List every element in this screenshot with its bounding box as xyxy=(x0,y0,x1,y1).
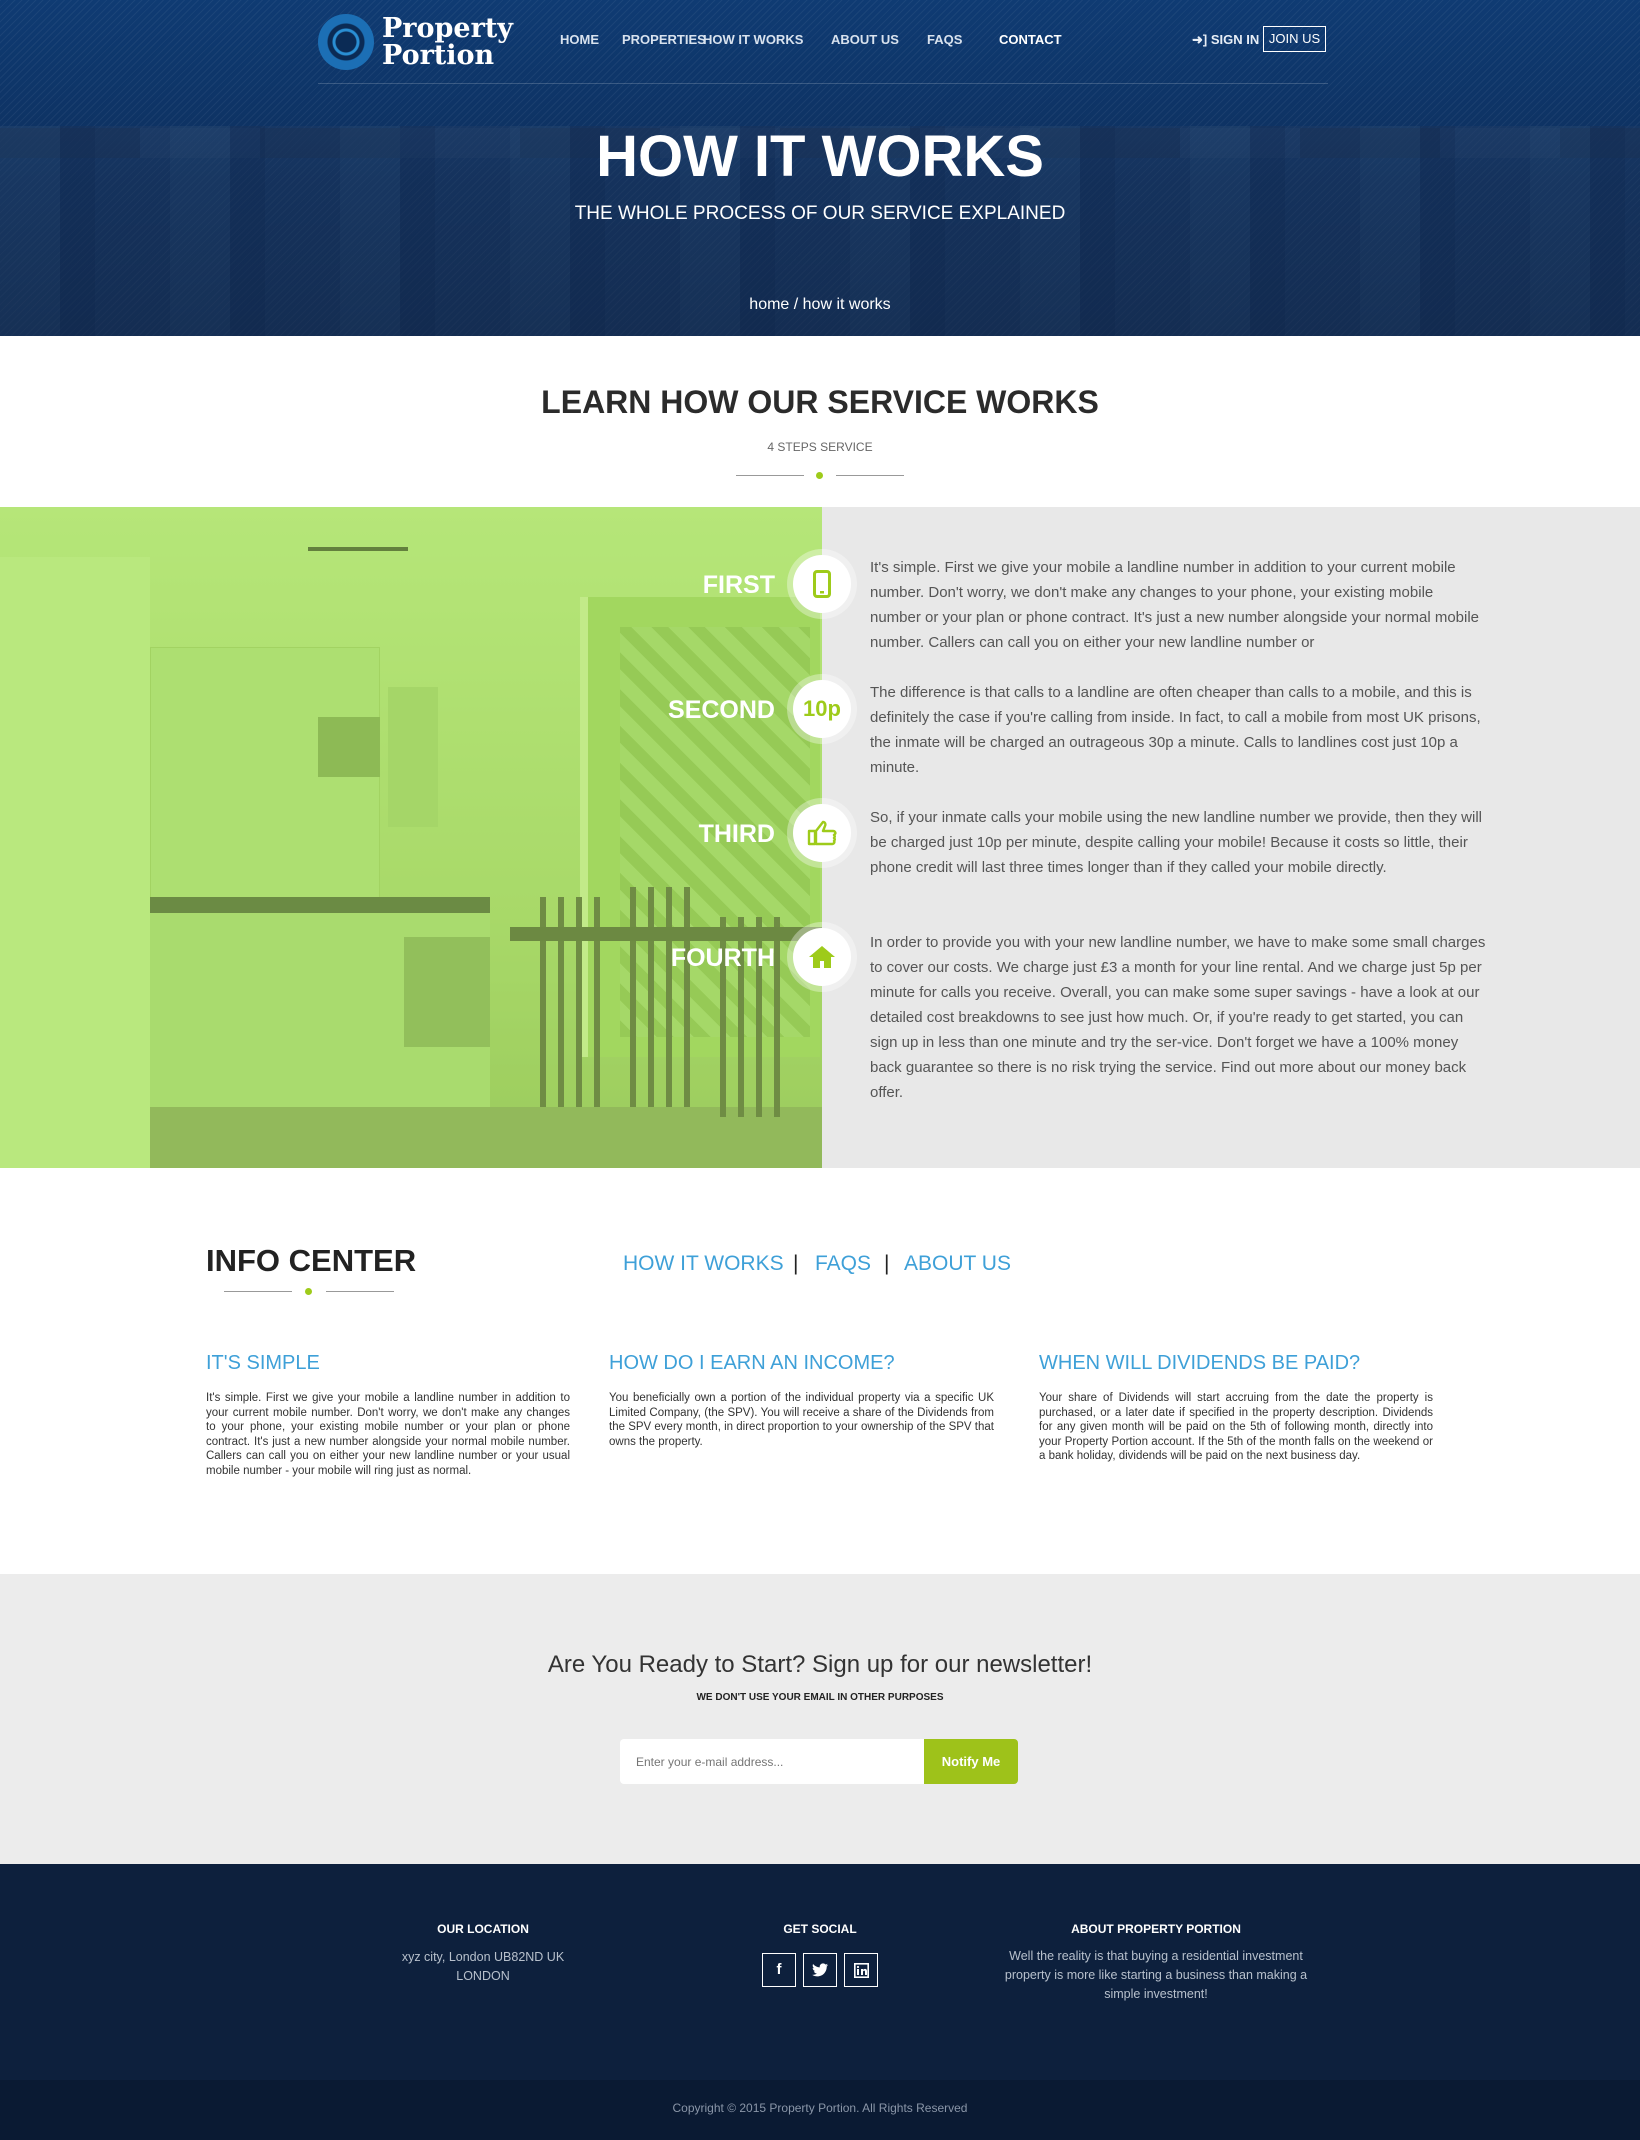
info-column-heading: WHEN WILL DIVIDENDS BE PAID? xyxy=(1039,1352,1361,1374)
step-label-third: THIRD xyxy=(698,820,775,848)
info-column-heading: IT'S SIMPLE xyxy=(206,1352,320,1374)
tab-separator: | xyxy=(884,1252,890,1275)
footer-about-text: Well the reality is that buying a reside… xyxy=(1004,1949,1308,2001)
step-label-fourth: FOURTH xyxy=(670,944,775,972)
copyright-text: Copyright © 2015 Property Portion. All R… xyxy=(672,2101,968,2115)
newsletter-title: Are You Ready to Start? Sign up for our … xyxy=(547,1651,1093,1678)
footer-social-heading: GET SOCIAL xyxy=(783,1922,857,1936)
nav-properties[interactable]: PROPERTIES xyxy=(622,32,706,47)
info-column-income: HOW DO I EARN AN INCOME? You beneficiall… xyxy=(609,1352,994,1449)
section-subtitle: 4 STEPS SERVICE xyxy=(767,440,873,454)
top-navigation: Property Portion HOME PROPERTIES HOW IT … xyxy=(318,14,1328,84)
step-text-third: So, if your inmate calls your mobile usi… xyxy=(870,809,1482,876)
step-text-fourth: In order to provide you with your new la… xyxy=(870,934,1486,1101)
info-center-title: INFO CENTER xyxy=(206,1243,417,1278)
page-subtitle: THE WHOLE PROCESS OF OUR SERVICE EXPLAIN… xyxy=(574,203,1066,224)
divider-dot xyxy=(816,472,823,479)
nav-faqs[interactable]: FAQS xyxy=(927,32,962,47)
sign-in-icon: ➜] xyxy=(1192,32,1211,47)
section-title: LEARN HOW OUR SERVICE WORKS xyxy=(541,384,1099,420)
newsletter-subtitle: WE DON'T USE YOUR EMAIL IN OTHER PURPOSE… xyxy=(696,1692,944,1703)
page: Property Portion HOME PROPERTIES HOW IT … xyxy=(0,0,1640,2140)
sign-in-label: SIGN IN xyxy=(1210,32,1260,47)
page-title: HOW IT WORKS xyxy=(596,124,1044,189)
hero-banner: Property Portion HOME PROPERTIES HOW IT … xyxy=(0,0,1640,336)
step-label-second: SECOND xyxy=(668,696,775,724)
info-column-body: You beneficially own a portion of the in… xyxy=(609,1392,994,1448)
logo[interactable]: Property Portion xyxy=(318,14,513,70)
footer-location-line1: xyz city, London UB82ND UK xyxy=(401,1950,565,1964)
footer-about-heading: ABOUT PROPERTY PORTION xyxy=(1071,1922,1241,1936)
info-column-simple: IT'S SIMPLE It's simple. First we give y… xyxy=(206,1352,570,1478)
notify-me-button[interactable]: Notify Me xyxy=(924,1739,1018,1784)
divider-dot xyxy=(305,1288,312,1295)
info-center-divider xyxy=(224,1286,394,1296)
sign-in-link[interactable]: ➜] SIGN IN xyxy=(1192,32,1259,48)
info-column-body: Your share of Dividends will start accru… xyxy=(1039,1392,1433,1462)
newsletter-section xyxy=(0,1574,1640,1864)
logo-text-line2: Portion xyxy=(382,40,495,71)
linkedin-icon[interactable] xyxy=(844,1953,878,1987)
nav-about-us[interactable]: ABOUT US xyxy=(831,32,899,47)
join-us-button[interactable]: JOIN US xyxy=(1263,26,1326,52)
logo-text: Property Portion xyxy=(382,15,513,69)
tab-faqs[interactable]: FAQS xyxy=(815,1252,871,1276)
info-column-heading: HOW DO I EARN AN INCOME? xyxy=(609,1352,895,1374)
nav-contact[interactable]: CONTACT xyxy=(999,32,1062,47)
footer-location-line2: LONDON xyxy=(456,1969,510,1983)
ten-pence-icon: 10p xyxy=(793,680,851,738)
facebook-icon[interactable]: f xyxy=(762,1953,796,1987)
step-text-first: It's simple. First we give your mobile a… xyxy=(870,559,1480,651)
nav-home[interactable]: HOME xyxy=(560,32,599,47)
logo-text-line1: Property xyxy=(382,13,513,44)
breadcrumb[interactable]: home / how it works xyxy=(0,296,1640,314)
hand-pointer-icon xyxy=(793,804,851,862)
mobile-phone-icon xyxy=(793,555,851,613)
tab-separator: | xyxy=(793,1252,799,1275)
twitter-icon[interactable] xyxy=(803,1953,837,1987)
info-column-body: It's simple. First we give your mobile a… xyxy=(206,1392,570,1477)
step-text-second: The difference is that calls to a landli… xyxy=(870,684,1481,776)
home-icon xyxy=(793,928,851,986)
logo-emblem-icon xyxy=(318,14,374,70)
footer-location-heading: OUR LOCATION xyxy=(437,1922,529,1936)
section-divider xyxy=(736,470,904,480)
email-input[interactable] xyxy=(620,1739,924,1784)
info-column-dividends: WHEN WILL DIVIDENDS BE PAID? Your share … xyxy=(1039,1352,1433,1464)
steps-section: FIRST It's simple. First we give your mo… xyxy=(0,507,1640,1168)
nav-how-it-works[interactable]: HOW IT WORKS xyxy=(703,32,803,47)
tab-about-us[interactable]: ABOUT US xyxy=(904,1252,1011,1276)
step-label-first: FIRST xyxy=(702,571,775,599)
tab-how-it-works[interactable]: HOW IT WORKS xyxy=(623,1252,784,1276)
